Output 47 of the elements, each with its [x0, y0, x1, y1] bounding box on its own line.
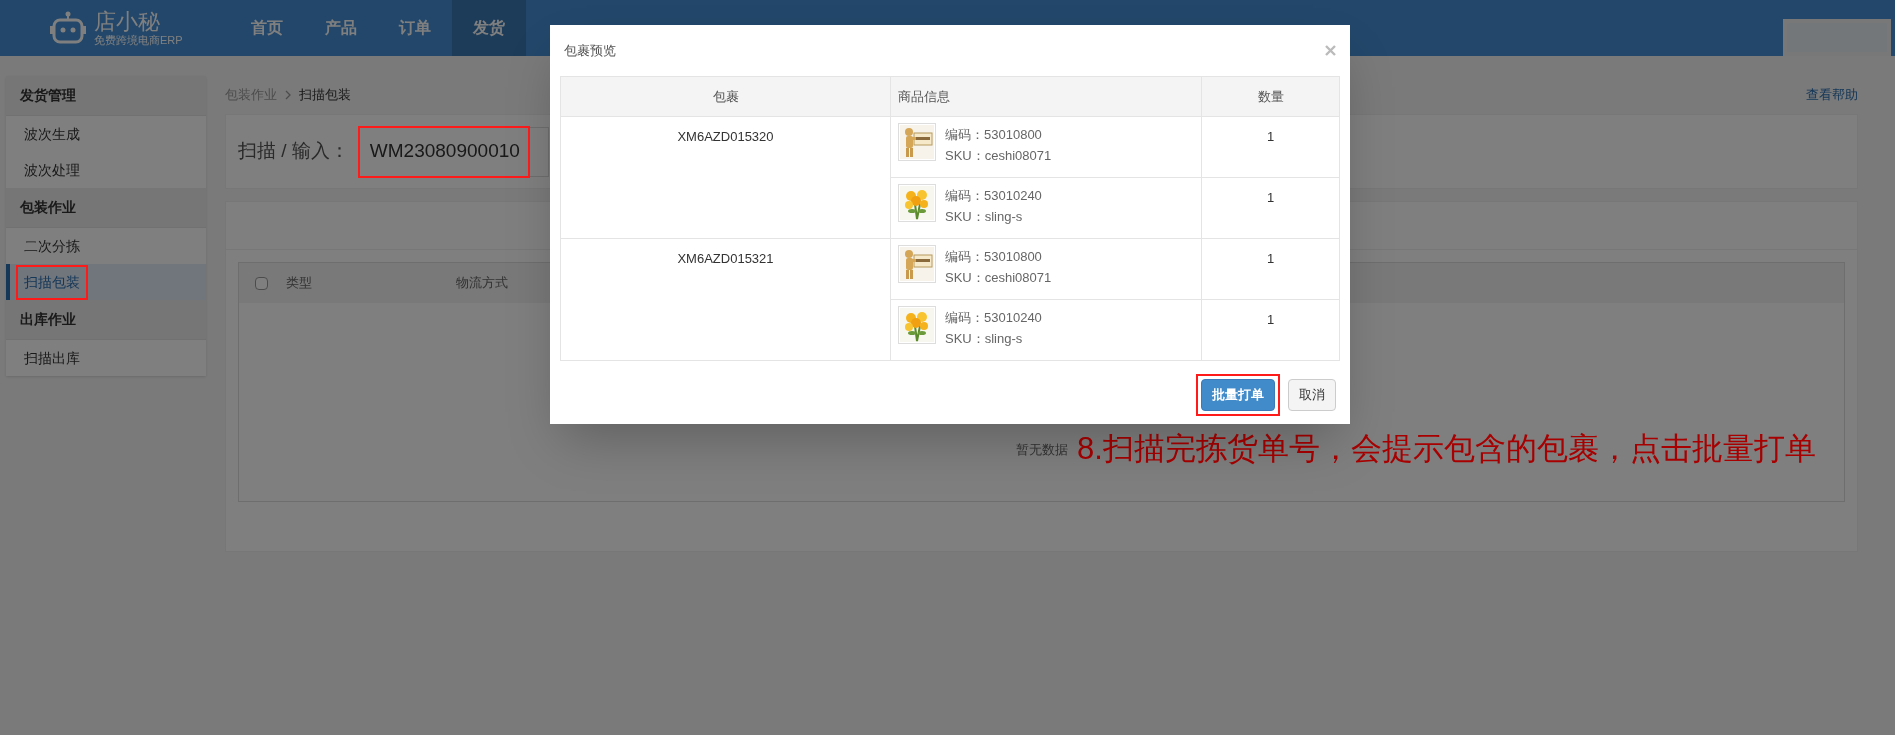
logo-tagline: 免费跨境电商ERP — [94, 34, 183, 46]
sidebar-item[interactable]: 波次生成 — [6, 116, 206, 152]
column-header: 数量 — [1257, 88, 1284, 104]
quantity: 1 — [1266, 190, 1275, 205]
sidebar-item[interactable]: 波次处理 — [6, 152, 206, 188]
robot-icon — [50, 11, 86, 45]
scan-input[interactable]: WM23080900010 — [358, 126, 549, 177]
chevron-right-icon — [285, 90, 291, 100]
package-number: XM6AZD015321 — [677, 251, 774, 266]
product-code: 编码：53010800 — [945, 126, 1043, 144]
quantity: 1 — [1266, 312, 1275, 327]
breadcrumb-item: 扫描包装 — [299, 86, 351, 105]
nav-tab[interactable]: 发货 — [452, 0, 526, 56]
checkbox[interactable] — [255, 276, 268, 290]
nav-tab[interactable]: 订单 — [378, 0, 452, 56]
print-button[interactable]: 批量打单 — [1201, 379, 1275, 411]
close-icon[interactable] — [1325, 45, 1336, 56]
sidebar-item[interactable]: 扫描出库 — [6, 340, 206, 376]
sidebar-item[interactable]: 二次分拣 — [6, 228, 206, 264]
sidebar-item[interactable]: 扫描包装 — [6, 264, 206, 300]
product-sku: SKU：sling-s — [945, 330, 1024, 348]
product-sku: SKU：ceshi08071 — [945, 147, 1052, 165]
help-link[interactable]: 查看帮助 — [1806, 85, 1858, 105]
avatar[interactable] — [1783, 19, 1891, 56]
column-header: 商品信息 — [898, 88, 950, 104]
quantity: 1 — [1266, 251, 1275, 266]
quantity: 1 — [1266, 129, 1275, 144]
scan-label: 扫描 / 输入： — [238, 139, 349, 164]
nav-tab[interactable]: 首页 — [230, 0, 304, 56]
annotation-text: 8.扫描完拣货单号，会提示包含的包裹，点击批量打单 — [1077, 430, 1816, 468]
sidebar-section-title: 包装作业 — [6, 188, 206, 228]
column-header: 类型 — [286, 274, 313, 293]
sidebar-section-title: 出库作业 — [6, 300, 206, 340]
product-sku: SKU：ceshi08071 — [945, 269, 1052, 287]
column-header: 包裹 — [712, 88, 739, 104]
logo-text: 店小秘 — [94, 10, 161, 33]
product-code: 编码：53010800 — [945, 248, 1043, 266]
dialog-title: 包裹预览 — [564, 41, 616, 60]
package-number: XM6AZD015320 — [677, 129, 774, 144]
column-header: 物流方式 — [456, 274, 509, 293]
nav-tab[interactable]: 产品 — [304, 0, 378, 56]
product-code: 编码：53010240 — [945, 187, 1042, 205]
sidebar-section-title: 发货管理 — [6, 76, 206, 116]
empty-message: 暂无数据 — [1015, 440, 1068, 459]
product-sku: SKU：sling-s — [945, 208, 1024, 226]
product-code: 编码：53010240 — [945, 309, 1042, 327]
cancel-button[interactable]: 取消 — [1288, 379, 1336, 411]
